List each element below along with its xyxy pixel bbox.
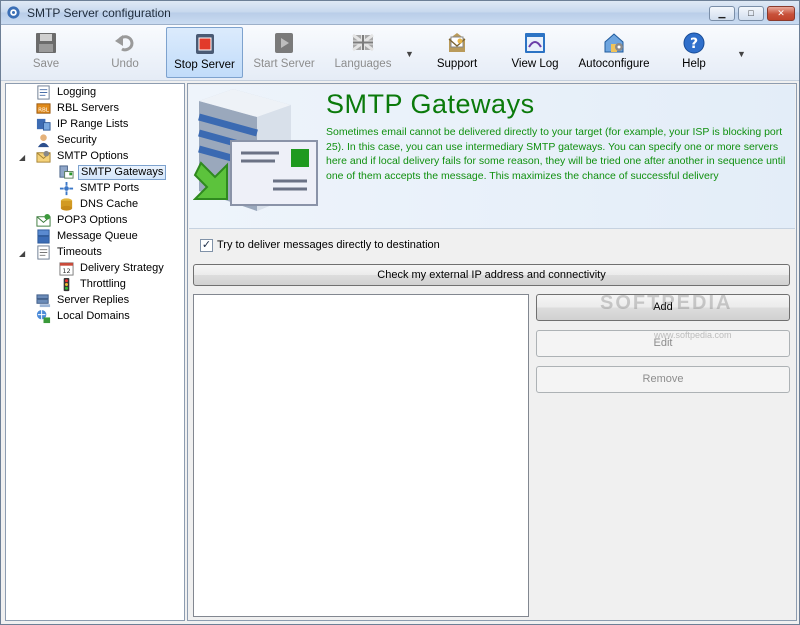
watermark: SOFTPEDIA bbox=[600, 292, 733, 314]
support-button[interactable]: Support bbox=[429, 27, 485, 78]
tree-label: SMTP Ports bbox=[80, 182, 140, 194]
check-connectivity-button[interactable]: Check my external IP address and connect… bbox=[193, 264, 790, 286]
page-header: SMTP Gateways Sometimes email cannot be … bbox=[189, 85, 795, 229]
server-replies-icon bbox=[36, 294, 51, 308]
app-gear-icon bbox=[7, 6, 20, 19]
checkmark-icon: ✓ bbox=[201, 239, 212, 251]
close-icon: ✕ bbox=[777, 8, 785, 18]
ip-range-icon bbox=[36, 118, 51, 131]
tree-label: Local Domains bbox=[57, 310, 130, 322]
tree-label: Delivery Strategy bbox=[80, 262, 164, 274]
window-title: SMTP Server configuration bbox=[27, 6, 171, 20]
start-server-label: Start Server bbox=[253, 58, 315, 70]
tree-label: POP3 Options bbox=[57, 214, 128, 226]
tree-label: Timeouts bbox=[57, 246, 102, 258]
collapse-arrow-icon[interactable]: ◢ bbox=[19, 153, 25, 162]
tree-label: Security bbox=[57, 134, 97, 146]
local-domains-icon bbox=[36, 309, 51, 324]
gateway-icon bbox=[59, 165, 74, 179]
smtp-options-icon bbox=[36, 150, 51, 163]
page-title: SMTP Gateways bbox=[326, 89, 535, 119]
log-icon bbox=[37, 85, 50, 100]
stop-server-button[interactable]: Stop Server bbox=[166, 27, 243, 78]
help-icon: ? bbox=[683, 32, 705, 54]
close-button[interactable]: ✕ bbox=[767, 6, 795, 21]
minimize-icon: ▁ bbox=[718, 8, 726, 18]
support-envelope-icon bbox=[448, 33, 466, 52]
autoconfigure-label: Autoconfigure bbox=[578, 58, 650, 70]
direct-delivery-label: Try to deliver messages directly to dest… bbox=[217, 239, 440, 251]
floppy-disk-icon bbox=[36, 33, 56, 53]
tree-label: DNS Cache bbox=[80, 198, 139, 210]
tree-label: SMTP Gateways bbox=[78, 165, 167, 180]
undo-label: Undo bbox=[111, 58, 139, 70]
pop3-icon bbox=[36, 213, 51, 227]
play-icon bbox=[275, 33, 293, 53]
traffic-light-icon bbox=[63, 277, 70, 292]
watermark-url: www.softpedia.com bbox=[654, 330, 732, 340]
undo-arrow-icon bbox=[115, 35, 134, 52]
queue-icon bbox=[37, 229, 50, 244]
view-log-label: View Log bbox=[511, 58, 559, 70]
view-log-button[interactable]: View Log bbox=[507, 27, 563, 78]
maximize-icon: □ bbox=[748, 8, 754, 18]
stop-icon bbox=[195, 34, 214, 54]
save-button[interactable]: Save bbox=[21, 27, 71, 78]
svg-text:?: ? bbox=[690, 36, 698, 52]
content-panel: SMTP Gateways Sometimes email cannot be … bbox=[187, 83, 797, 621]
save-label: Save bbox=[32, 58, 60, 70]
ports-icon bbox=[59, 181, 74, 196]
remove-button[interactable]: Remove bbox=[536, 366, 790, 393]
svg-text:12: 12 bbox=[62, 267, 70, 275]
autoconfigure-button[interactable]: Autoconfigure bbox=[577, 27, 651, 78]
house-gear-icon bbox=[604, 33, 624, 53]
app-window: SMTP Server configuration ▁ □ ✕ Save Und… bbox=[0, 0, 800, 625]
tree-label: Message Queue bbox=[57, 230, 138, 242]
calendar-icon: 12 bbox=[59, 262, 74, 276]
dns-cache-icon bbox=[60, 198, 73, 211]
undo-button[interactable]: Undo bbox=[99, 27, 151, 78]
tree-label: RBL Servers bbox=[57, 102, 119, 114]
help-button[interactable]: ? Help bbox=[672, 27, 716, 78]
languages-dropdown-arrow-icon[interactable]: ▼ bbox=[405, 49, 414, 59]
maximize-button[interactable]: □ bbox=[738, 6, 764, 21]
log-window-icon bbox=[525, 33, 545, 53]
stop-server-label: Stop Server bbox=[174, 59, 235, 71]
navigation-tree: Logging RBL RBL Servers IP Range Lists S… bbox=[5, 83, 185, 621]
security-user-icon bbox=[37, 134, 50, 148]
toolbar: Save Undo Stop Server Start Server Langu… bbox=[1, 25, 799, 81]
toolbar-overflow-chevron-icon[interactable]: ▼ bbox=[737, 49, 746, 59]
start-server-button[interactable]: Start Server bbox=[249, 27, 319, 78]
tree-label: Logging bbox=[57, 86, 97, 98]
flag-icon bbox=[352, 33, 374, 52]
svg-text:RBL: RBL bbox=[38, 107, 50, 113]
tree-label: SMTP Options bbox=[57, 150, 129, 162]
help-label: Help bbox=[682, 58, 706, 70]
collapse-arrow-icon[interactable]: ◢ bbox=[19, 249, 25, 258]
languages-button[interactable]: Languages bbox=[331, 27, 395, 78]
gateways-list[interactable] bbox=[193, 294, 529, 617]
rbl-icon: RBL bbox=[36, 103, 51, 114]
support-label: Support bbox=[436, 58, 478, 70]
tree-label: IP Range Lists bbox=[57, 118, 129, 130]
page-description: Sometimes email cannot be delivered dire… bbox=[326, 126, 786, 182]
server-mail-gateway-icon bbox=[193, 89, 318, 211]
timeouts-icon bbox=[37, 245, 50, 260]
title-bar: SMTP Server configuration ▁ □ ✕ bbox=[1, 1, 799, 25]
minimize-button[interactable]: ▁ bbox=[709, 6, 735, 21]
tree-label: Server Replies bbox=[57, 294, 130, 306]
languages-label: Languages bbox=[334, 58, 392, 70]
tree-label: Throttling bbox=[80, 278, 126, 290]
direct-delivery-checkbox[interactable]: ✓ bbox=[200, 239, 213, 252]
